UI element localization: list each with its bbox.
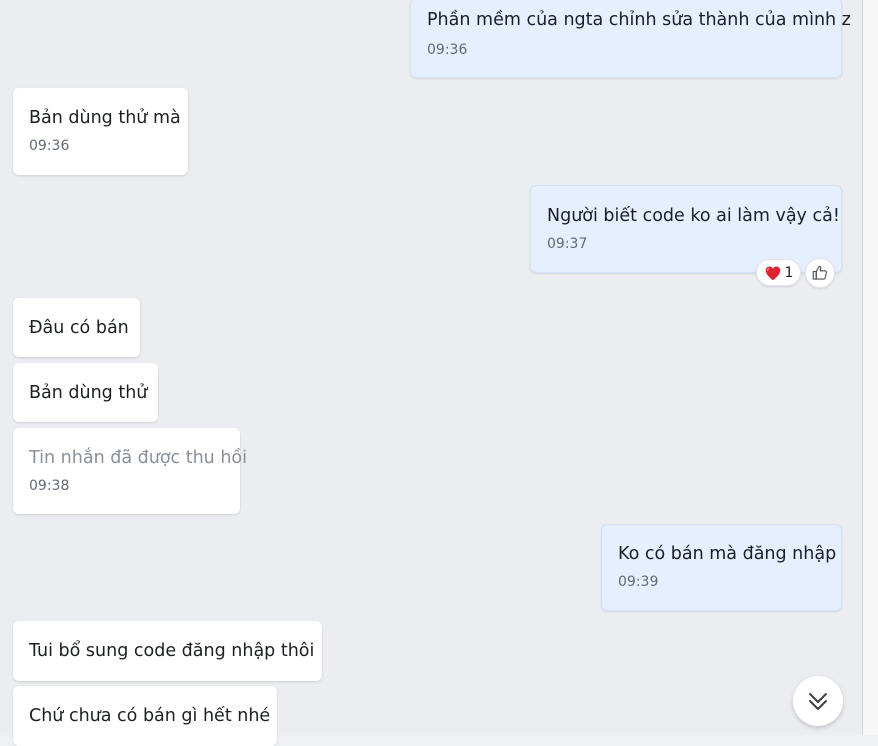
thumbs-up-icon [812, 265, 827, 280]
message-text: Tui bổ sung code đăng nhập thôi [29, 641, 315, 661]
message-bubble-incoming[interactable]: Tui bổ sung code đăng nhập thôi [13, 621, 322, 681]
heart-icon [765, 265, 780, 280]
scrollbar[interactable] [862, 0, 878, 735]
message-bubble-outgoing[interactable]: Phần mềm của ngta chỉnh sửa thành của mì… [410, 0, 851, 78]
message-bubble-incoming[interactable]: Đâu có bán [13, 298, 140, 357]
message-time: 09:36 [427, 42, 468, 58]
message-text: Bản dùng thử [29, 383, 148, 403]
message-time: 09:37 [547, 236, 588, 252]
double-chevron-down-icon [809, 693, 827, 710]
like-reaction-button[interactable] [805, 258, 835, 288]
scroll-to-bottom-button[interactable] [793, 676, 843, 726]
message-bubble-outgoing[interactable]: Người biết code ko ai làm vậy cả! 09:37 [530, 185, 842, 273]
message-text: Người biết code ko ai làm vậy cả! [547, 206, 840, 226]
message-text: Bản dùng thử mà [29, 108, 181, 128]
message-text: Ko có bán mà đăng nhập [618, 544, 837, 564]
message-time: 09:38 [29, 478, 70, 494]
message-bubble-incoming[interactable]: Bản dùng thử [13, 363, 158, 422]
reaction-count: 1 [784, 264, 794, 281]
message-text: Tin nhắn đã được thu hồi [29, 448, 247, 468]
message-bubble-incoming[interactable]: Bản dùng thử mà 09:36 [13, 88, 188, 175]
message-time: 09:39 [618, 574, 659, 590]
message-bubble-incoming[interactable]: Chứ chưa có bán gì hết nhé [13, 686, 277, 746]
message-bubble-outgoing[interactable]: Ko có bán mà đăng nhập 09:39 [601, 524, 842, 611]
reaction-badge[interactable]: 1 [756, 259, 801, 286]
message-text: Phần mềm của ngta chỉnh sửa thành của mì… [427, 10, 851, 30]
message-text: Đâu có bán [29, 318, 129, 338]
chat-message-list: Phần mềm của ngta chỉnh sửa thành của mì… [0, 0, 862, 746]
message-text: Chứ chưa có bán gì hết nhé [29, 706, 271, 726]
message-bubble-recalled[interactable]: Tin nhắn đã được thu hồi 09:38 [13, 428, 247, 514]
message-time: 09:36 [29, 138, 70, 154]
